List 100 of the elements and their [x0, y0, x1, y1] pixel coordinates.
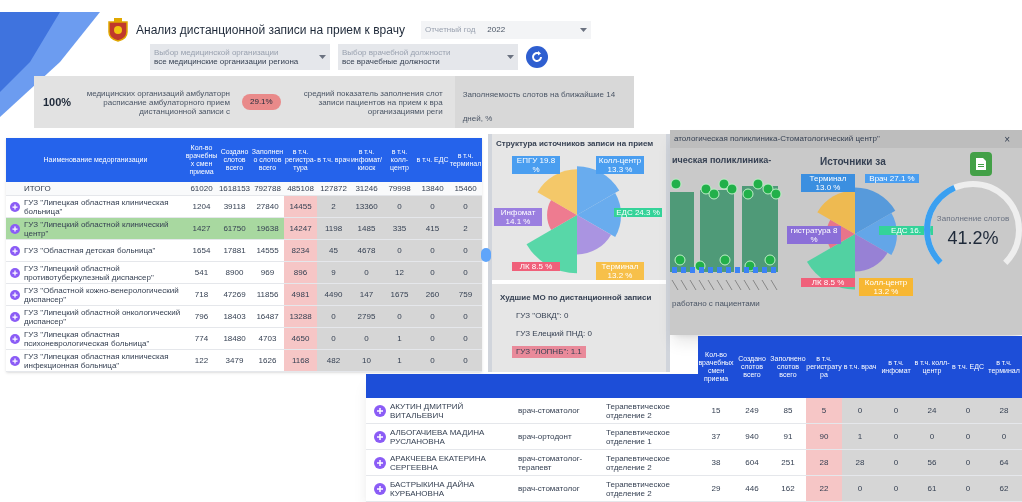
chart-label: Терминал 13.0 % — [801, 174, 855, 192]
expand-button[interactable] — [10, 355, 20, 366]
table-row[interactable]: ИТОГО 61020 1618153 792788 485108 127872 31246 79998 13840 15460 — [6, 182, 482, 196]
table-cell: 0 — [950, 398, 986, 423]
table-cell: 1485 — [350, 218, 383, 239]
expand-button[interactable] — [10, 311, 20, 322]
table-cell-text: АЛБОГАЧИЕВА МАДИНА РУСЛАНОВНА — [390, 427, 486, 446]
table-row[interactable]: БАСТРЫКИНА ДАЙНА КУРБАНОВНА врач-стоматолог Терапевтическое отделение 2 29 446 162 22 0 0 61 0 62 — [366, 476, 1022, 502]
table-row[interactable]: ГУЗ "Липецкий областной клинический центр" 1427 61750 19638 14247 1198 1485 335 415 2 — [6, 218, 482, 240]
table-cell-text: 940 — [744, 430, 760, 443]
expand-button[interactable] — [10, 267, 20, 278]
kpi-description: медицинских организаций амбулаторн расписание амбулаторного прием дистанционной записи с — [85, 88, 230, 116]
table-cell-text: 61020 — [189, 182, 214, 195]
table-cell: 0 — [878, 398, 914, 423]
table-cell-text: Терапевтическое отделение 1 — [606, 427, 671, 446]
table-cell-text: АКУТИН ДМИТРИЙ ВИТАЛЬЕВИЧ — [390, 401, 465, 420]
expand-button[interactable] — [374, 482, 386, 495]
table-cell-text: врач-стоматолог — [518, 406, 581, 415]
table-cell-text: 8900 — [224, 266, 245, 279]
table-cell: 4650 — [284, 328, 317, 349]
data-point — [726, 183, 738, 195]
table-cell: 12 — [383, 262, 416, 283]
table-cell: 13360 — [350, 196, 383, 217]
chart-label: Врач 27.1 % — [865, 174, 919, 183]
table-cell-text: 39118 — [222, 200, 247, 213]
table-cell-text: 15460 — [453, 182, 478, 195]
table-cell-text: 969 — [259, 266, 276, 279]
table-row[interactable]: ГУЗ "Липецкая областная клиническая больница" 1204 39118 27840 14455 2 13360 0 0 0 — [6, 196, 482, 218]
ranking-item: ГУЗ "ОВКД": 0 — [515, 310, 570, 322]
export-button[interactable] — [970, 152, 992, 176]
table-cell-text: ГУЗ "Липецкая областная психоневрологическая больница" — [24, 329, 151, 348]
data-point — [718, 178, 730, 190]
table-cell: 64 — [986, 450, 1022, 475]
filter-select[interactable]: Выбор медицинской организации все медицинские организации региона — [150, 44, 330, 70]
table-cell-text: ГУЗ "Липецкая областная клиническая больница" — [24, 197, 170, 216]
collapse-handle[interactable] — [481, 248, 491, 262]
expand-button[interactable] — [10, 245, 20, 256]
table-cell: 14455 — [284, 196, 317, 217]
table-cell-text: 1427 — [191, 222, 212, 235]
table-cell-text: 17881 — [222, 244, 247, 257]
table-cell-text: 15 — [710, 404, 722, 417]
year-select[interactable]: Отчетный год 2022 — [420, 21, 591, 39]
table-cell: 45 — [317, 240, 350, 261]
table-cell: 1198 — [317, 218, 350, 239]
expand-button[interactable] — [374, 456, 386, 469]
table-cell: 0 — [842, 398, 878, 423]
expand-button[interactable] — [10, 223, 20, 234]
table-cell: 896 — [284, 262, 317, 283]
table-cell-text: 162 — [780, 482, 796, 495]
table-row[interactable]: ГУЗ "Областная детская больница" 1654 17881 14555 8234 45 4678 0 0 0 — [6, 240, 482, 262]
close-button[interactable]: × — [1004, 131, 1010, 147]
chart-label: Терминал 13.2 % — [596, 262, 644, 280]
table-cell-text: 11856 — [255, 288, 280, 301]
table-cell: 1 — [383, 350, 416, 371]
small-bar — [744, 267, 749, 273]
table-row[interactable]: ГУЗ "Липецкая областная клиническая инфекционная больница" 122 3479 1626 1168 482 10 1 0 0 — [6, 350, 482, 372]
table-cell-text: 18403 — [222, 310, 247, 323]
expand-button[interactable] — [10, 201, 20, 212]
table-row[interactable]: ГУЗ "Областной кожно-венерологический диспансер" 718 47269 11856 4981 4490 147 1675 260 759 — [6, 284, 482, 306]
expand-button[interactable] — [10, 333, 20, 344]
table-row[interactable]: АРАКЧЕЕВА ЕКАТЕРИНА СЕРГЕЕВНА врач-стоматолог-терапевт Терапевтическое отделение 2 38 604 251 28 28 0 56 0 64 — [366, 450, 1022, 476]
table-cell-text: БАСТРЫКИНА ДАЙНА КУРБАНОВНА — [390, 479, 476, 498]
table-cell: 0 — [449, 262, 482, 283]
table-cell: 4678 — [350, 240, 383, 261]
chart-label: Колл-центр 13.3 % — [596, 156, 644, 174]
chart-label: ЛК 8.5 % — [801, 278, 855, 287]
expand-button[interactable] — [10, 289, 20, 300]
table-cell: 28 — [806, 450, 842, 475]
refresh-button[interactable] — [526, 46, 548, 68]
data-point — [764, 254, 776, 266]
table-row[interactable]: ГУЗ "Липецкий областной онкологический диспансер" 796 18403 16487 13288 0 2795 0 0 0 — [6, 306, 482, 328]
filter-select[interactable]: Выбор врачебной должности все врачебные должности — [338, 44, 518, 70]
data-point — [770, 188, 782, 200]
ranking-item: ГУЗ Елецкий ПНД: 0 — [515, 328, 593, 340]
table-cell: 0 — [416, 196, 449, 217]
table-cell-text: 796 — [193, 310, 210, 323]
table-cell: 0 — [350, 262, 383, 283]
table-cell: 0 — [914, 424, 950, 449]
table-cell: 0 — [449, 328, 482, 349]
table-cell: 0 — [878, 450, 914, 475]
data-point — [700, 183, 712, 195]
chart-label: Колл-центр 13.2 % — [859, 278, 913, 296]
table-cell: 4981 — [284, 284, 317, 305]
expand-button[interactable] — [374, 404, 386, 417]
data-point — [674, 254, 686, 266]
expand-button[interactable] — [374, 430, 386, 443]
table-cell: ГУЗ "Областная детская больница" — [24, 246, 156, 255]
table-cell-text: 251 — [780, 456, 796, 469]
dropdown-caret-icon — [319, 55, 326, 59]
small-bar — [726, 267, 731, 273]
table-row[interactable]: ГУЗ "Липецкая областная психоневрологическая больница" 774 18480 4703 4650 0 0 1 0 0 — [6, 328, 482, 350]
table-cell-text: 446 — [744, 482, 760, 495]
gauge-value: 41.2% — [947, 226, 999, 250]
table-cell: 1 — [842, 424, 878, 449]
table-cell: 415 — [416, 218, 449, 239]
table-row[interactable]: ГУЗ "Липецкий областной противотуберкулезный диспансер" 541 8900 969 896 9 0 12 0 0 — [6, 262, 482, 284]
table-cell-text: 18480 — [222, 332, 247, 345]
table-row[interactable]: АКУТИН ДМИТРИЙ ВИТАЛЬЕВИЧ врач-стоматолог Терапевтическое отделение 2 15 249 85 5 0 0 24 0 28 — [366, 398, 1022, 424]
chart-label: ЛК 8.5 % — [512, 262, 560, 271]
table-row[interactable]: АЛБОГАЧИЕВА МАДИНА РУСЛАНОВНА врач-ортодонт Терапевтическое отделение 1 37 940 91 90 1 0 0 0 0 — [366, 424, 1022, 450]
